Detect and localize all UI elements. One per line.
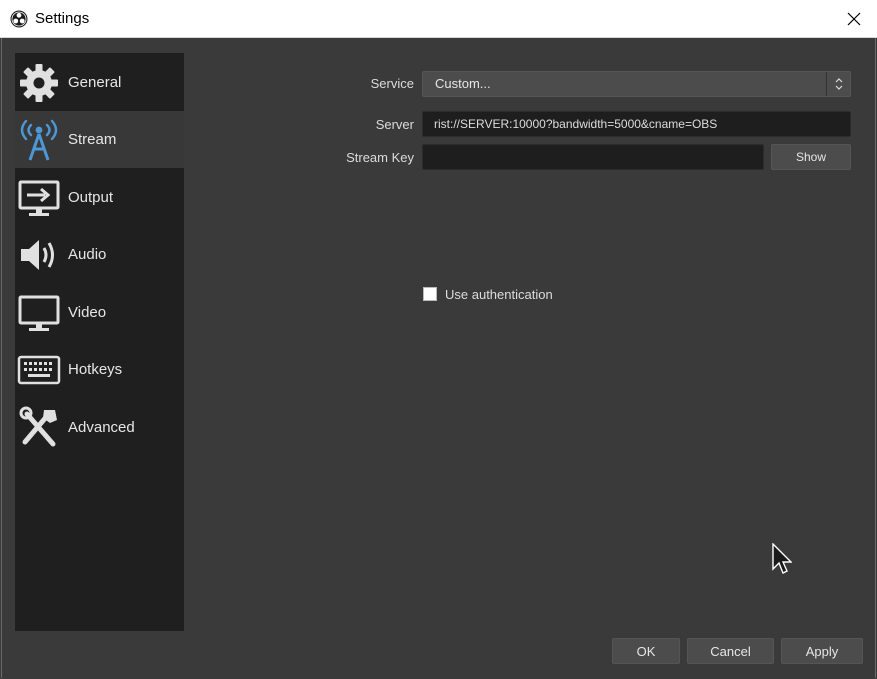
cancel-button[interactable]: Cancel <box>687 638 774 664</box>
service-label: Service <box>370 76 414 91</box>
monitor-icon <box>17 291 61 335</box>
broadcast-antenna-icon <box>17 118 61 162</box>
keyboard-icon <box>17 348 61 392</box>
stream-key-label: Stream Key <box>346 150 414 165</box>
apply-button[interactable]: Apply <box>781 638 863 664</box>
close-button[interactable] <box>831 0 877 38</box>
sidebar-item-label: Stream <box>68 131 117 148</box>
use-authentication-checkbox[interactable] <box>423 287 437 301</box>
window-title: Settings <box>35 10 90 27</box>
ok-button[interactable]: OK <box>612 638 680 664</box>
speaker-icon <box>17 233 61 277</box>
tools-icon <box>17 406 61 450</box>
sidebar-item-label: Audio <box>68 246 107 263</box>
service-select[interactable]: Custom... <box>422 71 851 97</box>
sidebar-item-label: Video <box>68 304 107 321</box>
sidebar-item-label: Advanced <box>68 419 135 436</box>
updown-arrows-icon <box>826 72 850 96</box>
output-monitor-icon <box>17 176 61 220</box>
server-input[interactable] <box>422 111 851 137</box>
server-label: Server <box>375 117 414 132</box>
sidebar-item-hotkeys[interactable]: Hotkeys <box>15 341 184 398</box>
sidebar-item-output[interactable]: Output <box>15 169 184 226</box>
use-authentication-label: Use authentication <box>445 287 553 302</box>
close-icon <box>847 12 861 26</box>
sidebar-item-audio[interactable]: Audio <box>15 226 184 283</box>
stream-key-input[interactable] <box>422 144 764 170</box>
obs-logo-icon <box>10 10 28 28</box>
sidebar-item-label: Output <box>68 189 114 206</box>
mouse-pointer-icon <box>772 543 792 574</box>
show-key-button[interactable]: Show <box>771 144 851 170</box>
sidebar-item-general[interactable]: General <box>15 54 184 111</box>
title-bar: Settings <box>0 0 877 38</box>
settings-sidebar: General Stream Output Audio Video Hotkey… <box>15 53 184 631</box>
service-select-value: Custom... <box>435 76 491 91</box>
gear-icon <box>17 61 61 105</box>
sidebar-item-label: Hotkeys <box>68 361 123 378</box>
sidebar-item-video[interactable]: Video <box>15 284 184 341</box>
sidebar-item-advanced[interactable]: Advanced <box>15 399 184 456</box>
sidebar-item-label: General <box>68 74 122 91</box>
sidebar-item-stream[interactable]: Stream <box>15 111 184 168</box>
